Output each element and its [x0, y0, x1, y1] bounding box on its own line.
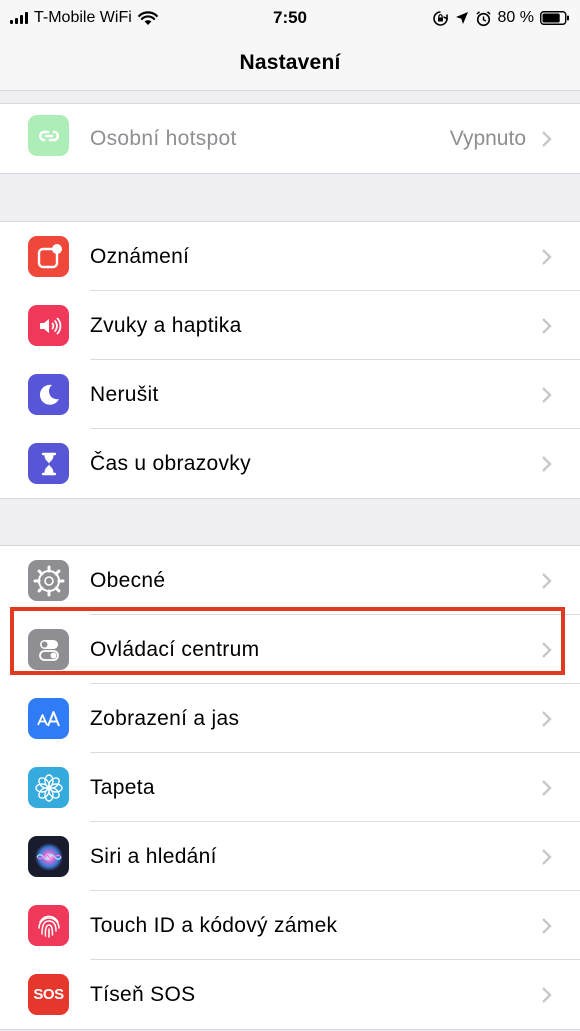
carrier-label: T-Mobile WiFi: [34, 9, 132, 26]
hourglass-icon: [28, 443, 69, 484]
toggles-icon: [28, 629, 69, 670]
settings-row-label: Touch ID a kódový zámek: [90, 913, 338, 937]
settings-row-emergency-sos[interactable]: SOS Tíseň SOS: [0, 960, 580, 1029]
chevron-right-icon: [542, 318, 552, 334]
navigation-bar: Nastavení: [0, 36, 580, 91]
alarm-icon: [476, 10, 491, 26]
settings-row-do-not-disturb[interactable]: Nerušit: [0, 360, 580, 429]
settings-group-network: Osobní hotspot Vypnuto: [0, 103, 580, 174]
settings-row-value: Vypnuto: [449, 126, 526, 150]
chevron-right-icon: [542, 249, 552, 265]
settings-row-screen-time[interactable]: Čas u obrazovky: [0, 429, 580, 498]
hotspot-icon: [28, 115, 69, 156]
settings-row-label: Zvuky a haptika: [90, 313, 242, 337]
chevron-right-icon: [542, 711, 552, 727]
settings-row-siri[interactable]: Siri a hledání: [0, 822, 580, 891]
location-icon: [455, 12, 468, 24]
settings-row-label: Tapeta: [90, 775, 155, 799]
rotation-lock-icon: [432, 10, 448, 26]
settings-row-label: Ovládací centrum: [90, 637, 260, 661]
wifi-icon: [137, 10, 158, 25]
settings-group-general: Obecné Ovládací centrum Zobrazení a jas: [0, 545, 580, 1030]
settings-row-control-center[interactable]: Ovládací centrum: [0, 615, 580, 684]
settings-row-label: Tíseň SOS: [90, 982, 196, 1006]
battery-icon: [540, 11, 569, 25]
sos-icon-label: SOS: [33, 986, 64, 1003]
settings-row-label: Siri a hledání: [90, 844, 217, 868]
status-left: T-Mobile WiFi: [10, 9, 158, 27]
settings-row-touch-id[interactable]: Touch ID a kódový zámek: [0, 891, 580, 960]
chevron-right-icon: [542, 573, 552, 589]
chevron-right-icon: [542, 918, 552, 934]
status-right: 80 %: [432, 9, 570, 27]
settings-row-display[interactable]: Zobrazení a jas: [0, 684, 580, 753]
settings-row-label: Oznámení: [90, 244, 190, 268]
status-bar: T-Mobile WiFi 7:50 80 %: [0, 0, 580, 36]
settings-group-notifications: Oznámení Zvuky a haptika Nerušit Čas u o…: [0, 221, 580, 499]
gear-icon: [28, 560, 69, 601]
settings-row-general[interactable]: Obecné: [0, 546, 580, 615]
settings-row-label: Nerušit: [90, 382, 159, 406]
settings-row-label: Čas u obrazovky: [90, 451, 251, 475]
settings-row-label: Obecné: [90, 568, 166, 592]
moon-icon: [28, 374, 69, 415]
battery-percent: 80 %: [497, 9, 534, 26]
settings-row-label: Zobrazení a jas: [90, 706, 240, 730]
siri-icon: [28, 836, 69, 877]
settings-row-notifications[interactable]: Oznámení: [0, 222, 580, 291]
fingerprint-icon: [28, 905, 69, 946]
sos-icon: SOS: [28, 974, 69, 1015]
page-title: Nastavení: [239, 51, 341, 74]
chevron-right-icon: [542, 387, 552, 403]
chevron-right-icon: [542, 987, 552, 1003]
settings-row-hotspot[interactable]: Osobní hotspot Vypnuto: [0, 104, 580, 173]
settings-row-sounds[interactable]: Zvuky a haptika: [0, 291, 580, 360]
cellular-signal-icon: [10, 12, 28, 24]
settings-row-label: Osobní hotspot: [90, 126, 237, 150]
speaker-icon: [28, 305, 69, 346]
settings-row-wallpaper[interactable]: Tapeta: [0, 753, 580, 822]
chevron-right-icon: [542, 849, 552, 865]
chevron-right-icon: [542, 456, 552, 472]
chevron-right-icon: [542, 131, 552, 147]
flower-icon: [28, 767, 69, 808]
chevron-right-icon: [542, 642, 552, 658]
text-size-icon: [28, 698, 69, 739]
chevron-right-icon: [542, 780, 552, 796]
notifications-icon: [28, 236, 69, 277]
